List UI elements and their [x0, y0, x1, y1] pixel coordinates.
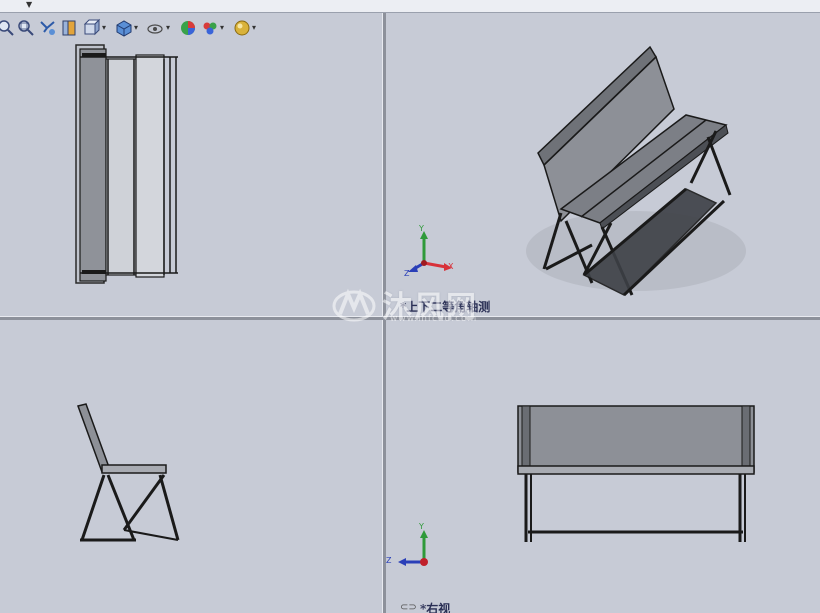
dropdown-arrow-icon[interactable]: ▼ [26, 0, 32, 9]
triad-right-z-label: Z [386, 556, 392, 565]
link-icon: ⊂⊃ [400, 602, 417, 613]
triad-z-label: Z [404, 269, 410, 278]
triad-y-label: Y [419, 224, 424, 233]
viewport-label-right: *右视 [420, 602, 451, 613]
viewport-bottom-left[interactable] [0, 320, 382, 613]
viewport-splitter-vertical[interactable] [382, 13, 386, 613]
viewport-top-left[interactable] [0, 13, 382, 317]
viewport-label-isometric: *上下二等角轴测 [400, 300, 491, 314]
title-strip: ▼ [0, 0, 820, 13]
coordinate-triad-right [398, 530, 428, 566]
coordinate-triad [408, 231, 452, 272]
triad-x-label: X [448, 262, 454, 271]
triad-right-y-label: Y [419, 522, 424, 531]
viewport-splitter-horizontal[interactable] [0, 316, 820, 320]
viewport-bottom-right[interactable]: Y Z ⊂⊃ *右视 [386, 320, 820, 613]
model-side-view [77, 403, 180, 542]
model-top-view [75, 44, 178, 284]
viewport-top-right[interactable]: Y X Z *上下二等角轴测 [386, 13, 820, 317]
